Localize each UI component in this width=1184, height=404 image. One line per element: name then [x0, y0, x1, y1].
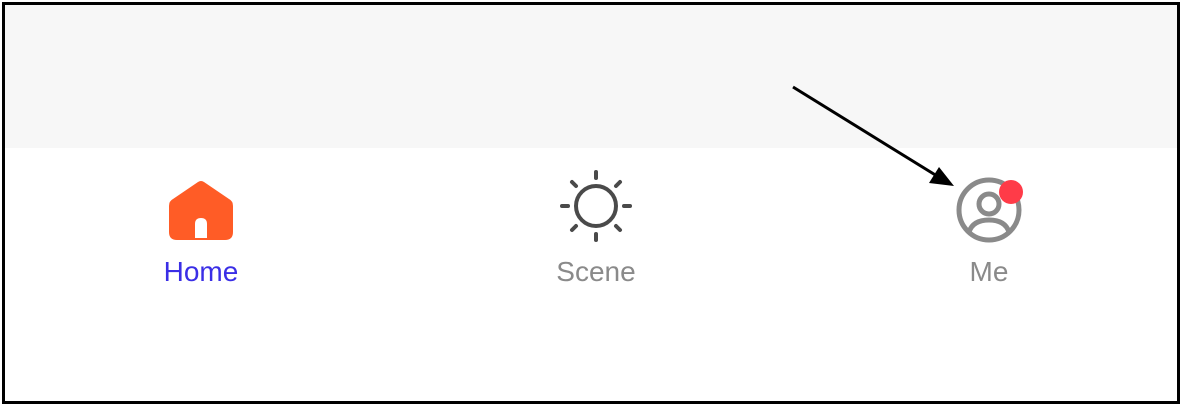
- home-icon: [161, 166, 241, 246]
- tab-scene[interactable]: Scene: [496, 148, 696, 298]
- tab-label-home: Home: [163, 256, 239, 287]
- bottom-tab-bar: Home Scene Me: [5, 148, 1177, 401]
- user-profile-icon: [949, 166, 1029, 246]
- screenshot-frame: Home Scene Me: [2, 2, 1180, 404]
- tab-me[interactable]: Me: [889, 148, 1089, 298]
- notification-badge: [999, 180, 1023, 204]
- content-area: [5, 5, 1177, 148]
- tab-home[interactable]: Home: [101, 148, 301, 298]
- tab-label-me: Me: [969, 256, 1009, 287]
- tab-label-scene: Scene: [556, 256, 636, 287]
- sun-icon: [556, 166, 636, 246]
